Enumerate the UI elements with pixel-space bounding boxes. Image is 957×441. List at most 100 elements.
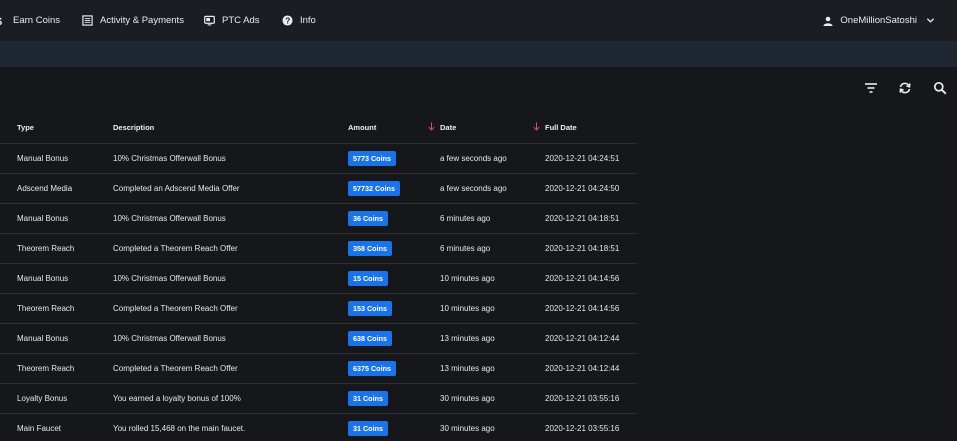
cell-date: 30 minutes ago — [440, 383, 545, 414]
refresh-icon — [899, 82, 911, 94]
cell-full-date: 2020-12-21 04:24:51 — [545, 143, 637, 174]
header-date-label: Date — [440, 122, 457, 132]
nav-ptc-label: PTC Ads — [222, 15, 260, 26]
search-button[interactable] — [931, 79, 949, 97]
table-row: Loyalty Bonus You earned a loyalty bonus … — [0, 383, 637, 414]
coins-badge: 36 Coins — [348, 210, 388, 226]
table-row: Theorem Reach Completed a Theorem Reach O… — [0, 233, 637, 264]
nav-activity-label: Activity & Payments — [100, 15, 184, 26]
cell-description: Completed a Theorem Reach Offer — [113, 293, 348, 324]
sort-arrow-icon — [428, 122, 435, 131]
header-type[interactable]: Type — [0, 112, 113, 144]
cell-full-date: 2020-12-21 04:18:51 — [545, 233, 637, 264]
nav-earn-coins-label: Earn Coins — [13, 15, 60, 26]
cell-type: Theorem Reach — [0, 293, 113, 324]
cell-description: 10% Christmas Offerwall Bonus — [113, 263, 348, 294]
coins-badge: 638 Coins — [348, 330, 392, 346]
header-amount[interactable]: Amount — [348, 112, 440, 144]
nav-earn-coins[interactable]: $ Earn Coins — [0, 0, 60, 41]
nav-ptc-ads[interactable]: PTC Ads — [204, 0, 260, 41]
cell-date: 30 minutes ago — [440, 413, 545, 441]
cell-full-date: 2020-12-21 03:55:16 — [545, 383, 637, 414]
nav-info[interactable]: ? Info — [282, 0, 316, 41]
cell-date: 6 minutes ago — [440, 233, 545, 264]
cell-date: 10 minutes ago — [440, 263, 545, 294]
search-icon — [933, 81, 947, 95]
sort-arrow-icon — [533, 122, 540, 131]
table-row: Manual Bonus 10% Christmas Offerwall Bonu… — [0, 203, 637, 234]
header-description[interactable]: Description — [113, 112, 348, 144]
cell-amount: 31 Coins — [348, 413, 440, 441]
cell-amount: 31 Coins — [348, 383, 440, 414]
cell-amount: 6375 Coins — [348, 353, 440, 384]
filter-button[interactable] — [862, 79, 880, 97]
cell-type: Adscend Media — [0, 173, 113, 204]
transactions-table: Type Description Amount Date Full Date M… — [0, 112, 637, 441]
cell-date: a few seconds ago — [440, 173, 545, 204]
table-header-row: Type Description Amount Date Full Date — [0, 112, 637, 144]
username: OneMillionSatoshi — [840, 15, 917, 26]
svg-text:$: $ — [0, 16, 2, 26]
cell-type: Theorem Reach — [0, 353, 113, 384]
coins-badge: 31 Coins — [348, 420, 388, 436]
cell-date: 10 minutes ago — [440, 293, 545, 324]
user-menu[interactable]: OneMillionSatoshi — [823, 0, 935, 41]
cell-type: Manual Bonus — [0, 203, 113, 234]
cell-description: You rolled 15,468 on the main faucet. — [113, 413, 348, 441]
nav-info-label: Info — [300, 15, 316, 26]
table-row: Theorem Reach Completed a Theorem Reach O… — [0, 353, 637, 384]
cell-amount: 36 Coins — [348, 203, 440, 234]
cell-type: Manual Bonus — [0, 323, 113, 354]
cell-description: 10% Christmas Offerwall Bonus — [113, 143, 348, 174]
table-row: Adscend Media Completed an Adscend Media … — [0, 173, 637, 204]
cell-type: Loyalty Bonus — [0, 383, 113, 414]
coins-badge: 153 Coins — [348, 300, 392, 316]
refresh-button[interactable] — [896, 79, 914, 97]
cell-date: 13 minutes ago — [440, 353, 545, 384]
cell-date: a few seconds ago — [440, 143, 545, 174]
coins-badge: 358 Coins — [348, 240, 392, 256]
table-row: Main Faucet You rolled 15,468 on the main… — [0, 413, 637, 441]
chevron-down-icon — [926, 18, 935, 23]
table-row: Theorem Reach Completed a Theorem Reach O… — [0, 293, 637, 324]
cell-amount: 638 Coins — [348, 323, 440, 354]
list-icon — [82, 15, 93, 26]
cell-description: You earned a loyalty bonus of 100% — [113, 383, 348, 414]
table-row: Manual Bonus 10% Christmas Offerwall Bonu… — [0, 263, 637, 294]
cell-date: 6 minutes ago — [440, 203, 545, 234]
cell-amount: 15 Coins — [348, 263, 440, 294]
cell-amount: 153 Coins — [348, 293, 440, 324]
person-icon — [823, 16, 833, 26]
cell-full-date: 2020-12-21 04:18:51 — [545, 203, 637, 234]
header-date[interactable]: Date — [428, 112, 545, 144]
cell-full-date: 2020-12-21 04:12:44 — [545, 323, 637, 354]
dollar-icon: $ — [0, 16, 2, 26]
cell-full-date: 2020-12-21 04:14:56 — [545, 263, 637, 294]
coins-badge: 57732 Coins — [348, 180, 400, 196]
cell-date: 13 minutes ago — [440, 323, 545, 354]
filter-icon — [865, 83, 877, 93]
cell-description: 10% Christmas Offerwall Bonus — [113, 323, 348, 354]
nav-activity-payments[interactable]: Activity & Payments — [82, 0, 184, 41]
cell-description: Completed a Theorem Reach Offer — [113, 233, 348, 264]
help-icon: ? — [282, 15, 293, 26]
coins-badge: 15 Coins — [348, 270, 388, 286]
cell-description: Completed a Theorem Reach Offer — [113, 353, 348, 384]
cell-description: 10% Christmas Offerwall Bonus — [113, 203, 348, 234]
cell-full-date: 2020-12-21 04:24:50 — [545, 173, 637, 204]
header-full-date-label: Full Date — [545, 122, 577, 132]
top-navbar: $ Earn Coins Activity & Payments PTC Ads… — [0, 0, 957, 41]
cell-full-date: 2020-12-21 04:12:44 — [545, 353, 637, 384]
cell-type: Main Faucet — [0, 413, 113, 441]
cell-full-date: 2020-12-21 03:55:16 — [545, 413, 637, 441]
sub-header-bar — [0, 41, 957, 67]
coins-badge: 5773 Coins — [348, 150, 396, 166]
tv-icon — [204, 15, 215, 26]
cell-type: Manual Bonus — [0, 263, 113, 294]
cell-description: Completed an Adscend Media Offer — [113, 173, 348, 204]
table-row: Manual Bonus 10% Christmas Offerwall Bonu… — [0, 143, 637, 174]
table-row: Manual Bonus 10% Christmas Offerwall Bonu… — [0, 323, 637, 354]
coins-badge: 6375 Coins — [348, 360, 396, 376]
cell-amount: 5773 Coins — [348, 143, 440, 174]
header-full-date[interactable]: Full Date — [533, 112, 637, 144]
